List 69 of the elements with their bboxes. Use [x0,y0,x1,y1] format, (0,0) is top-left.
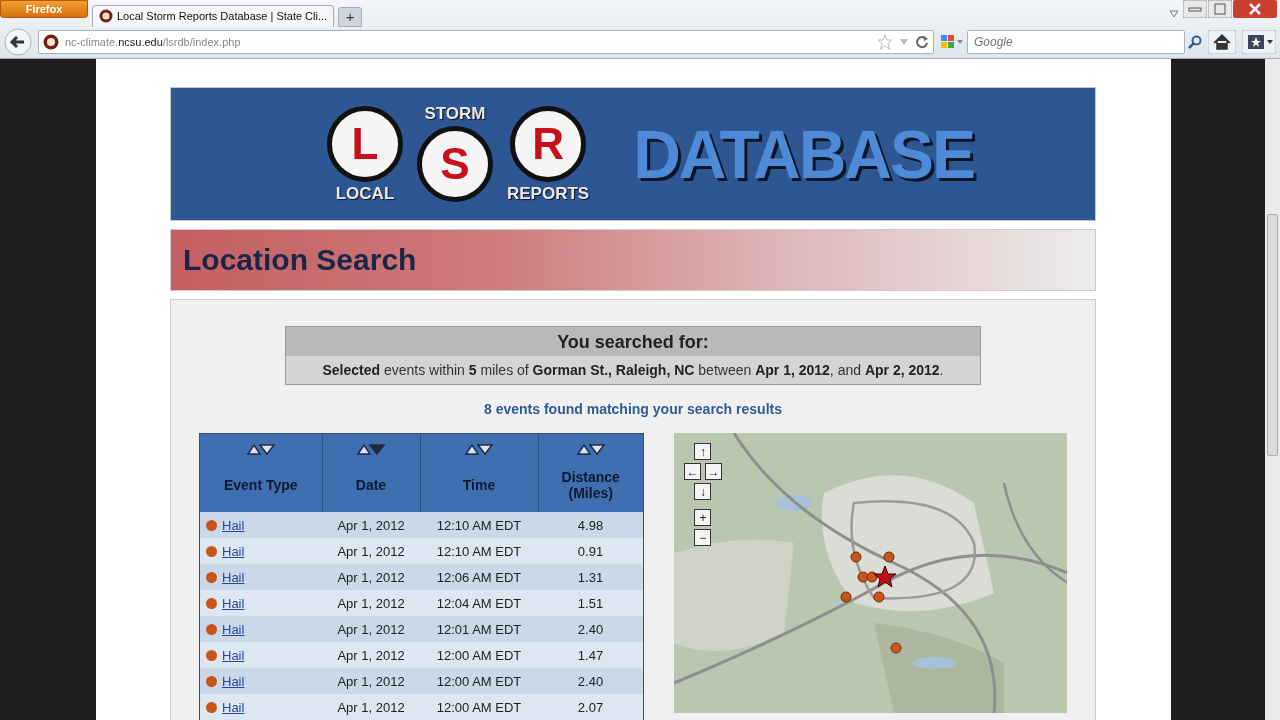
logo-letter: S [417,126,493,202]
table-cell: 12:04 AM EDT [420,590,538,616]
site-icon [43,34,59,50]
browser-tab[interactable]: Local Storm Reports Database | State Cli... [92,4,335,27]
table-cell: 12:10 AM EDT [420,538,538,564]
table-cell: 12:01 AM EDT [420,616,538,642]
new-tab-button[interactable]: + [338,6,363,27]
banner-title: DATABASE [633,114,975,194]
logo-word: REPORTS [507,184,590,204]
site-icon [99,9,113,23]
table-cell: 0.91 [538,538,643,564]
scrollbar[interactable] [1265,59,1280,720]
reload-icon[interactable] [915,35,929,49]
event-link[interactable]: Hail [222,543,245,559]
event-link[interactable]: Hail [222,595,245,611]
sort-icon[interactable] [575,442,606,456]
event-link[interactable]: Hail [222,621,245,637]
back-icon[interactable] [4,28,32,56]
pan-button[interactable]: ↓ [694,483,712,500]
zoom-button[interactable]: + [694,509,712,526]
table-cell: 12:00 AM EDT [420,642,538,668]
address-bar[interactable]: nc-climate.ncsu.edu/lsrdb/index.php [38,30,934,54]
search-field[interactable]: Google [967,30,1185,54]
table-cell: Apr 1, 2012 [322,538,420,564]
tab-list-icon[interactable] [1169,9,1179,18]
summary-heading: You searched for: [286,327,980,356]
table-cell: 2.07 [538,694,643,720]
table-cell: 1.47 [538,642,643,668]
table-cell: Apr 1, 2012 [322,590,420,616]
bookmarks-icon[interactable] [1242,30,1276,54]
pan-button[interactable]: ↑ [694,443,712,460]
logo-letter: L [327,106,403,182]
search-engine-icon[interactable] [940,34,964,50]
table-cell: 2.40 [538,616,643,642]
event-link[interactable]: Hail [222,569,245,585]
table-cell: 1.51 [538,590,643,616]
table-cell: 4.98 [538,512,643,538]
table-cell: 12:00 AM EDT [420,668,538,694]
sort-icon[interactable] [245,442,276,456]
home-icon[interactable] [1208,30,1236,54]
table-cell: Apr 1, 2012 [322,642,420,668]
table-cell: Apr 1, 2012 [322,694,420,720]
sort-icon[interactable] [356,442,386,456]
sort-icon[interactable] [464,442,494,456]
event-link[interactable]: Hail [222,673,245,689]
star-icon[interactable] [877,34,893,50]
event-link[interactable]: Hail [222,517,245,533]
summary-text: Selected events within 5 miles of Gorman St., Raleigh, NC between Apr 1, 2012, and Apr 2, 2012. [321,361,945,380]
close-icon[interactable] [1233,0,1277,18]
zoom-button[interactable]: − [694,529,712,546]
table-cell: 12:00 AM EDT [420,694,538,720]
logo-word: STORM [424,104,486,124]
table-cell: 1.31 [538,564,643,590]
url-text: nc-climate.ncsu.edu/lsrdb/index.php [65,36,241,48]
event-link[interactable]: Hail [222,699,245,715]
table-cell: Apr 1, 2012 [322,616,420,642]
table-cell: 12:10 AM EDT [420,512,538,538]
result-count: 8 events found matching your search results [484,401,782,417]
table-cell: 12:06 AM EDT [420,564,538,590]
table-cell: Apr 1, 2012 [322,668,420,694]
section-title: Location Search [183,243,417,277]
search-icon[interactable] [1188,35,1202,49]
table-cell: Apr 1, 2012 [322,512,420,538]
table-cell: Apr 1, 2012 [322,564,420,590]
tab-title: Local Storm Reports Database | State Cli... [117,10,328,22]
event-link[interactable]: Hail [222,647,245,663]
logo-letter: R [510,106,587,182]
table-cell: 2.40 [538,668,643,694]
logo-word: LOCAL [335,184,395,204]
